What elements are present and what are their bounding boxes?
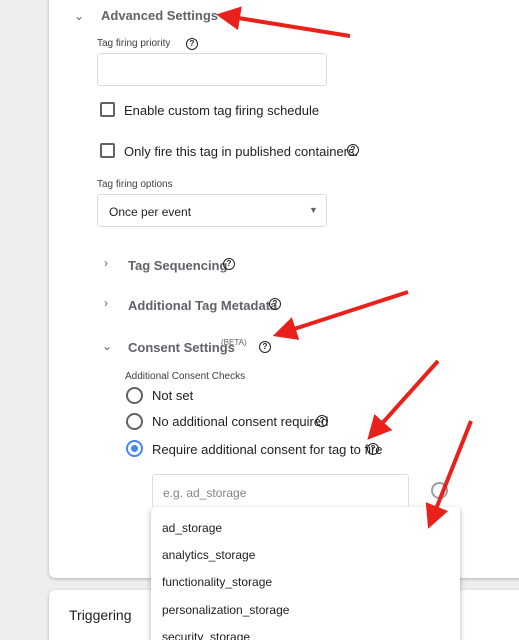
dropdown-option[interactable]: analytics_storage xyxy=(162,548,255,562)
chevron-right-icon[interactable]: › xyxy=(104,296,108,310)
consent-settings-title[interactable]: Consent Settings xyxy=(128,340,235,355)
published-only-checkbox[interactable] xyxy=(100,143,115,158)
custom-schedule-checkbox[interactable] xyxy=(100,102,115,117)
consent-checks-label: Additional Consent Checks xyxy=(125,371,246,382)
radio-no-additional-consent-label: No additional consent required xyxy=(152,414,329,429)
help-icon[interactable]: ? xyxy=(223,258,235,270)
firing-options-value: Once per event xyxy=(109,205,192,219)
tag-metadata-title[interactable]: Additional Tag Metadata xyxy=(128,298,277,313)
radio-not-set[interactable] xyxy=(126,387,143,404)
help-icon[interactable]: ? xyxy=(269,298,281,310)
dropdown-option[interactable]: ad_storage xyxy=(162,521,222,535)
priority-label: Tag firing priority xyxy=(97,38,171,49)
dropdown-option[interactable]: personalization_storage xyxy=(162,603,289,617)
firing-options-label: Tag firing options xyxy=(97,179,173,190)
radio-require-consent-label: Require additional consent for tag to fi… xyxy=(152,442,383,457)
dropdown-option[interactable]: functionality_storage xyxy=(162,575,272,589)
advanced-settings-title[interactable]: Advanced Settings xyxy=(101,8,218,23)
remove-circle-icon[interactable] xyxy=(431,482,448,499)
firing-options-select[interactable]: Once per event ▼ xyxy=(97,194,327,227)
triggering-title[interactable]: Triggering xyxy=(69,607,132,623)
radio-not-set-label: Not set xyxy=(152,388,194,403)
priority-input[interactable] xyxy=(97,53,327,86)
help-icon[interactable]: ? xyxy=(347,144,359,156)
consent-type-placeholder: e.g. ad_storage xyxy=(163,486,247,500)
chevron-right-icon[interactable]: › xyxy=(104,256,108,270)
chevron-down-icon[interactable]: ⌄ xyxy=(74,9,84,23)
dropdown-option[interactable]: security_storage xyxy=(162,630,250,640)
radio-require-consent[interactable] xyxy=(126,440,143,457)
custom-schedule-label: Enable custom tag firing schedule xyxy=(124,103,320,118)
triangle-down-icon: ▼ xyxy=(309,205,318,215)
tag-configuration-card: ⌄ Advanced Settings Tag firing priority … xyxy=(49,0,519,578)
help-icon[interactable]: ? xyxy=(367,443,379,455)
help-icon[interactable]: ? xyxy=(316,415,328,427)
consent-type-input[interactable]: e.g. ad_storage xyxy=(152,474,409,508)
radio-no-additional-consent[interactable] xyxy=(126,413,143,430)
beta-badge: (BETA) xyxy=(221,338,247,347)
help-icon[interactable]: ? xyxy=(259,341,271,353)
chevron-down-icon[interactable]: ⌄ xyxy=(102,339,112,353)
consent-type-dropdown: ad_storage analytics_storage functionali… xyxy=(151,507,460,640)
published-only-label: Only fire this tag in published containe… xyxy=(124,144,359,159)
tag-sequencing-title[interactable]: Tag Sequencing xyxy=(128,258,227,273)
help-icon[interactable]: ? xyxy=(186,38,198,50)
